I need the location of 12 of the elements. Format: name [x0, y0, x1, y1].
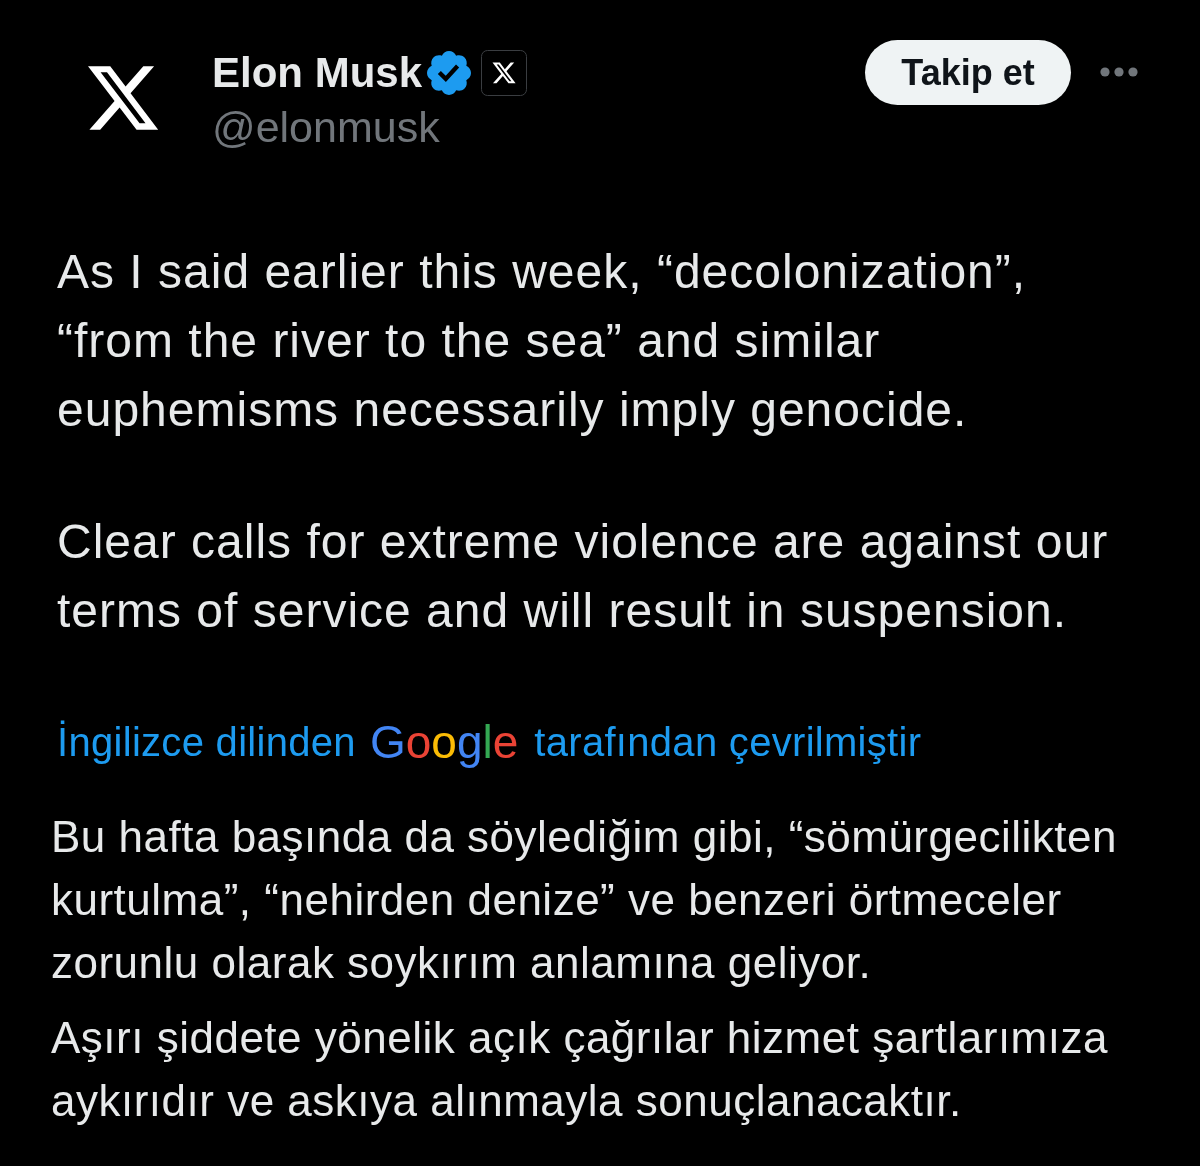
follow-button[interactable]: Takip et [865, 40, 1071, 105]
more-options-icon[interactable] [1100, 67, 1138, 77]
translation-note: tarafından çevrilmiştir [534, 719, 922, 766]
translated-text: Aşırı şiddete yönelik açık çağrılar hizmet şartlarımıza aykırıdır ve askıya alınmayla sonuçlanacaktır. [51, 1012, 1109, 1127]
author-name: Elon Musk [212, 48, 423, 98]
translation-note: İngilizce dilinden [57, 719, 356, 766]
post-text: Clear calls for extreme violence are against our terms of service and will result in suspension. [57, 514, 1110, 639]
author-handle: @elonmusk [212, 102, 441, 153]
translated-text: Bu hafta başında da söylediğim gibi, “sömürgecilikten kurtulma”, “nehirden denize” ve benzeri örtmeceler zorunlu olarak soykırım anlamına geliyor. [51, 811, 1118, 989]
avatar-logo-icon [88, 66, 158, 130]
post-text: As I said earlier this week, “decolonization”, “from the river to the sea” and similar euphemisms necessarily imply genocide. [57, 244, 1028, 438]
google-logo: Google [369, 717, 519, 767]
